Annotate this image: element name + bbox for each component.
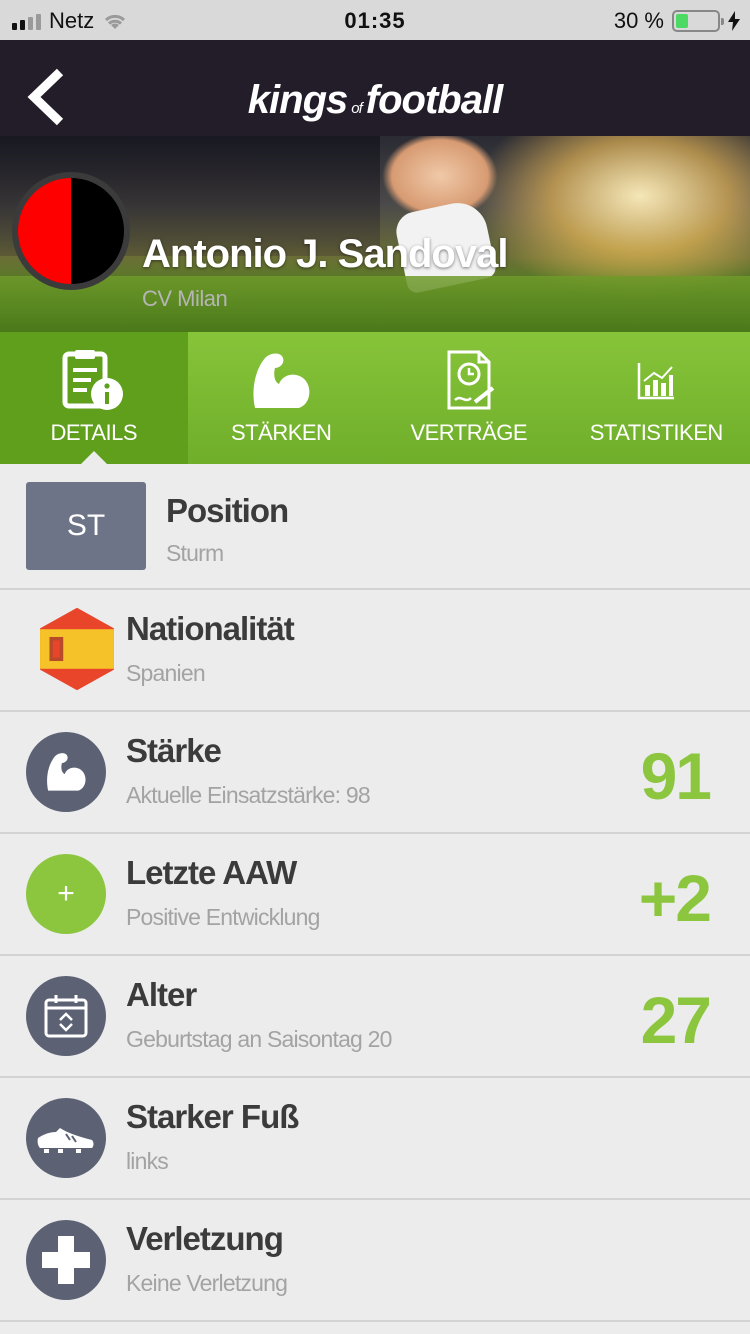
tab-bar: DETAILS STÄRKEN VERTRÄGE STATISTIKEN	[0, 332, 750, 465]
player-name: Antonio J. Sandoval	[142, 232, 508, 276]
app-logo: kings of football	[0, 78, 750, 123]
detail-subtitle: Geburtstag an Saisontag 20	[126, 1026, 392, 1052]
flexed-arm-icon	[26, 732, 106, 812]
tab-staerken[interactable]: STÄRKEN	[188, 332, 376, 464]
detail-subtitle: Keine Verletzung	[126, 1270, 288, 1296]
strength-value: 91	[640, 739, 712, 813]
detail-row-strength[interactable]: Stärke Aktuelle Einsatzstärke: 98 91	[0, 712, 750, 834]
plus-icon: +	[26, 854, 106, 934]
logo-football: football	[365, 78, 503, 122]
tab-vertraege[interactable]: VERTRÄGE	[375, 332, 563, 464]
status-right: 30 %	[614, 8, 740, 34]
calendar-icon	[26, 976, 106, 1056]
detail-row-injury[interactable]: Verletzung Keine Verletzung	[0, 1200, 750, 1322]
pitch-image	[0, 276, 750, 332]
tab-details[interactable]: DETAILS	[0, 332, 188, 465]
detail-title: Letzte AAW	[126, 854, 297, 891]
tab-label: STATISTIKEN	[589, 420, 724, 445]
club-badge-icon[interactable]	[12, 172, 130, 290]
detail-row-position[interactable]: ST Position Sturm	[0, 464, 750, 590]
detail-title: Stärke	[126, 732, 222, 769]
detail-subtitle: Aktuelle Einsatzstärke: 98	[126, 782, 371, 808]
position-badge: ST	[26, 482, 146, 570]
details-list: ST Position Sturm Nationalität Spanien S…	[0, 464, 750, 1322]
battery-percent: 30 %	[613, 8, 664, 33]
detail-subtitle: Spanien	[126, 660, 206, 686]
aaw-value: +2	[638, 861, 712, 935]
detail-row-strong-foot[interactable]: Starker Fuß links	[0, 1078, 750, 1200]
tab-statistiken[interactable]: STATISTIKEN	[563, 332, 750, 464]
detail-subtitle: Positive Entwicklung	[126, 904, 320, 930]
detail-row-age[interactable]: Alter Geburtstag an Saisontag 20 27	[0, 956, 750, 1078]
charging-bolt-icon	[728, 11, 740, 31]
tab-label: VERTRÄGE	[410, 420, 528, 445]
detail-title: Alter	[126, 976, 197, 1013]
logo-kings: kings	[247, 78, 348, 122]
tab-label: DETAILS	[50, 420, 138, 445]
detail-row-nationality[interactable]: Nationalität Spanien	[0, 590, 750, 712]
detail-title: Position	[166, 492, 289, 529]
detail-title: Nationalität	[126, 610, 295, 647]
bar-chart-icon	[638, 363, 675, 400]
detail-row-last-aaw[interactable]: + Letzte AAW Positive Entwicklung +2	[0, 834, 750, 956]
detail-title: Starker Fuß	[126, 1098, 299, 1135]
contract-icon	[447, 350, 494, 410]
document-info-icon	[62, 350, 123, 410]
detail-subtitle: Sturm	[166, 540, 224, 566]
age-value: 27	[640, 983, 712, 1057]
medical-cross-icon	[26, 1220, 106, 1300]
club-name[interactable]: CV Milan	[142, 286, 228, 312]
tab-label: STÄRKEN	[231, 420, 332, 445]
flexed-arm-icon	[253, 353, 310, 408]
battery-icon	[672, 10, 724, 32]
spain-flag-icon	[40, 607, 114, 691]
status-bar: Netz 01:35 30 %	[0, 0, 750, 40]
detail-subtitle: links	[126, 1148, 169, 1174]
logo-of: of	[351, 100, 362, 117]
nav-bar: kings of football	[0, 40, 750, 136]
detail-title: Verletzung	[126, 1220, 284, 1257]
football-boot-icon	[26, 1098, 106, 1178]
